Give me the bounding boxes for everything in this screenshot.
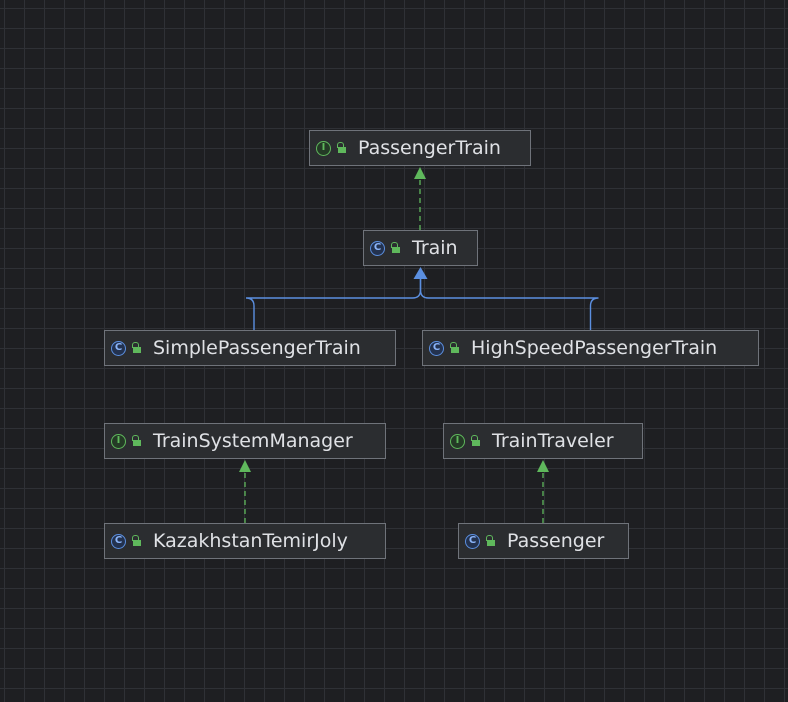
public-lock-icon bbox=[131, 435, 141, 447]
node-label: SimplePassengerTrain bbox=[153, 337, 361, 359]
node-label: TrainSystemManager bbox=[153, 430, 353, 452]
node-high-speed-passenger-train[interactable]: C HighSpeedPassengerTrain bbox=[422, 330, 759, 366]
interface-icon: I bbox=[111, 433, 126, 449]
generalization-edge-high-speed-passenger-train bbox=[419, 278, 599, 330]
node-train-system-manager[interactable]: I TrainSystemManager bbox=[104, 423, 386, 459]
node-label: HighSpeedPassengerTrain bbox=[471, 337, 718, 359]
node-train-traveler[interactable]: I TrainTraveler bbox=[443, 423, 643, 459]
public-lock-icon bbox=[131, 342, 141, 354]
node-label: Passenger bbox=[507, 530, 605, 552]
node-passenger[interactable]: C Passenger bbox=[458, 523, 629, 559]
node-label: TrainTraveler bbox=[492, 430, 614, 452]
node-label: PassengerTrain bbox=[358, 137, 501, 159]
node-passenger-train[interactable]: I PassengerTrain bbox=[309, 130, 531, 166]
node-simple-passenger-train[interactable]: C SimplePassengerTrain bbox=[104, 330, 396, 366]
generalization-edge-simple-passenger-train bbox=[245, 278, 422, 330]
public-lock-icon bbox=[131, 535, 141, 547]
public-lock-icon bbox=[390, 242, 400, 254]
node-kazakhstan-temir-joly[interactable]: C KazakhstanTemirJoly bbox=[104, 523, 386, 559]
public-lock-icon bbox=[449, 342, 459, 354]
generalization-arrowhead bbox=[413, 267, 428, 279]
node-label: KazakhstanTemirJoly bbox=[153, 530, 348, 552]
public-lock-icon bbox=[485, 535, 495, 547]
class-icon: C bbox=[111, 533, 126, 549]
public-lock-icon bbox=[336, 142, 346, 154]
diagram-canvas: I PassengerTrain C Train C SimplePassengerTra… bbox=[0, 0, 788, 702]
class-icon: C bbox=[370, 240, 385, 256]
class-icon: C bbox=[429, 340, 444, 356]
node-label: Train bbox=[412, 237, 458, 259]
node-train[interactable]: C Train bbox=[363, 230, 478, 266]
realization-arrowhead bbox=[239, 460, 251, 472]
realization-arrowhead bbox=[537, 460, 549, 472]
public-lock-icon bbox=[470, 435, 480, 447]
realization-arrowhead bbox=[414, 167, 426, 179]
interface-icon: I bbox=[316, 140, 331, 156]
class-icon: C bbox=[465, 533, 480, 549]
interface-icon: I bbox=[450, 433, 465, 449]
class-icon: C bbox=[111, 340, 126, 356]
